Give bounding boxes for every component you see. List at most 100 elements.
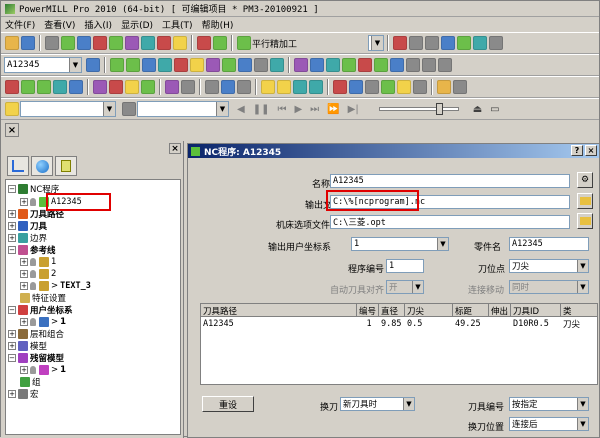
expand-icon[interactable]: ▭ xyxy=(490,104,499,115)
circle-icon[interactable] xyxy=(293,80,307,94)
close-explorer-button[interactable]: × xyxy=(169,143,181,154)
tree-item-patterns[interactable]: − 参考线 xyxy=(8,244,56,256)
edit-icon[interactable] xyxy=(390,58,404,72)
help-button[interactable]: ? xyxy=(571,145,583,156)
eye-icon[interactable] xyxy=(86,58,100,72)
strategy-dropdown[interactable]: ▼ xyxy=(368,35,384,51)
column-header-number[interactable]: 编号 xyxy=(357,304,379,317)
snap-icon[interactable] xyxy=(349,80,363,94)
expand-icon[interactable]: + xyxy=(20,318,28,326)
clip-icon[interactable] xyxy=(109,80,123,94)
eject-icon[interactable]: ⏏ xyxy=(473,104,482,115)
column-header-diameter[interactable]: 直径 xyxy=(379,304,405,317)
step-forward-icon[interactable] xyxy=(237,80,251,94)
light-icon[interactable] xyxy=(125,80,139,94)
tool-number-dropdown[interactable]: 按指定 ▼ xyxy=(509,397,589,411)
grid-icon[interactable] xyxy=(425,36,439,50)
link-moves-dropdown[interactable]: 同时 ▼ xyxy=(509,280,589,294)
pointer-icon[interactable] xyxy=(381,80,395,94)
speed-slider-thumb[interactable] xyxy=(435,103,443,115)
output-file-field[interactable]: C:\%[ncprogram].nc xyxy=(330,195,570,209)
expand-icon[interactable]: + xyxy=(20,366,28,374)
curve-icon[interactable] xyxy=(294,58,308,72)
level-icon[interactable] xyxy=(222,58,236,72)
model-icon[interactable] xyxy=(110,58,124,72)
rotate-icon[interactable] xyxy=(374,58,388,72)
part-name-field[interactable]: A12345 xyxy=(509,237,589,251)
name-field[interactable]: A12345 xyxy=(330,174,570,188)
tree-item-text3[interactable]: + > TEXT_3 xyxy=(20,280,91,292)
layers-icon[interactable] xyxy=(270,58,284,72)
reset-button[interactable]: 重设 xyxy=(202,396,254,412)
step-back-play-icon[interactable]: ⏮ xyxy=(277,104,286,115)
expand-icon[interactable]: + xyxy=(8,390,16,398)
delete-icon[interactable] xyxy=(438,58,452,72)
arc-icon[interactable] xyxy=(326,58,340,72)
column-header-tip[interactable]: 刀尖 xyxy=(405,304,453,317)
column-header-tool-id[interactable]: 刀具ID xyxy=(511,304,561,317)
expand-icon[interactable]: + xyxy=(8,342,16,350)
menu-file[interactable]: 文件(F) xyxy=(5,18,35,31)
shade-icon[interactable] xyxy=(277,80,291,94)
pause-icon[interactable]: ❚❚ xyxy=(253,104,270,115)
start-point-icon[interactable] xyxy=(141,36,155,50)
simulation-item-combo[interactable]: ▼ xyxy=(20,101,116,117)
program-number-field[interactable]: 1 xyxy=(386,259,424,273)
collapse-icon[interactable]: − xyxy=(8,246,16,254)
tree-item-a12345[interactable]: + A12345 xyxy=(20,196,82,208)
print-icon[interactable] xyxy=(45,36,59,50)
expand-icon[interactable]: + xyxy=(8,330,16,338)
expand-icon[interactable]: + xyxy=(8,234,16,242)
step-back-icon[interactable] xyxy=(205,80,219,94)
tree-item-ncprograms[interactable]: − NC程序 xyxy=(8,183,59,195)
workplane-icon[interactable] xyxy=(473,36,487,50)
end-point-icon[interactable] xyxy=(157,36,171,50)
tab-explorer[interactable] xyxy=(7,156,29,176)
measure-icon[interactable] xyxy=(165,80,179,94)
expand-icon[interactable]: + xyxy=(8,222,16,230)
column-header-type[interactable]: 类 xyxy=(561,304,597,317)
strategy-label[interactable]: 平行精加工 xyxy=(252,37,366,50)
camera-icon[interactable] xyxy=(181,80,195,94)
toolpath-view-icon[interactable] xyxy=(238,58,252,72)
axis-icon[interactable] xyxy=(358,58,372,72)
collision-check-icon[interactable] xyxy=(457,36,471,50)
wireframe-icon[interactable] xyxy=(142,58,156,72)
stock-model-icon[interactable] xyxy=(206,58,220,72)
tree-item-workplanes[interactable]: − 用户坐标系 xyxy=(8,304,73,316)
expand-icon[interactable]: + xyxy=(20,258,28,266)
settings-icon[interactable] xyxy=(441,36,455,50)
viewport-icon[interactable] xyxy=(93,80,107,94)
column-header-gauge[interactable]: 标距 xyxy=(453,304,489,317)
info-icon[interactable] xyxy=(422,58,436,72)
lock-icon[interactable] xyxy=(406,58,420,72)
table-row[interactable]: A12345 1 9.85 0.5 49.25 D10R0.5 刀尖 xyxy=(201,318,597,330)
tab-web[interactable] xyxy=(31,156,53,176)
expand-icon[interactable]: + xyxy=(20,282,28,290)
block-icon[interactable] xyxy=(61,36,75,50)
open-folder-icon[interactable] xyxy=(5,36,19,50)
tab-recycle[interactable] xyxy=(55,156,77,176)
pattern-icon[interactable] xyxy=(174,58,188,72)
boundary-view-icon[interactable] xyxy=(158,58,172,72)
simulation-stock-icon[interactable] xyxy=(69,80,83,94)
tree-item-models[interactable]: + 模型 xyxy=(8,340,47,352)
line-icon[interactable] xyxy=(310,58,324,72)
feeds-speeds-icon[interactable] xyxy=(109,36,123,50)
spline-icon[interactable] xyxy=(342,58,356,72)
boundary-icon[interactable] xyxy=(213,36,227,50)
tool-icon[interactable] xyxy=(93,36,107,50)
leads-links-icon[interactable] xyxy=(125,36,139,50)
tool-axis-icon[interactable] xyxy=(173,36,187,50)
play-icon[interactable]: ▶ xyxy=(294,104,302,115)
tree-item-stock-1[interactable]: + > 1 xyxy=(20,364,66,376)
tree-item-levels[interactable]: + 层和组合 xyxy=(8,328,64,340)
tree-item-macros[interactable]: + 宏 xyxy=(8,388,39,400)
tree-item-workplane-1[interactable]: + > 1 xyxy=(20,316,66,328)
speed-slider[interactable] xyxy=(378,103,459,115)
fast-forward-icon[interactable]: ⏩ xyxy=(327,104,339,115)
column-header-toolpath[interactable]: 刀具路径 xyxy=(201,304,357,317)
verify-icon[interactable] xyxy=(393,36,407,50)
toolpath-strategy-icon[interactable] xyxy=(197,36,211,50)
collapse-icon[interactable]: − xyxy=(8,354,16,362)
